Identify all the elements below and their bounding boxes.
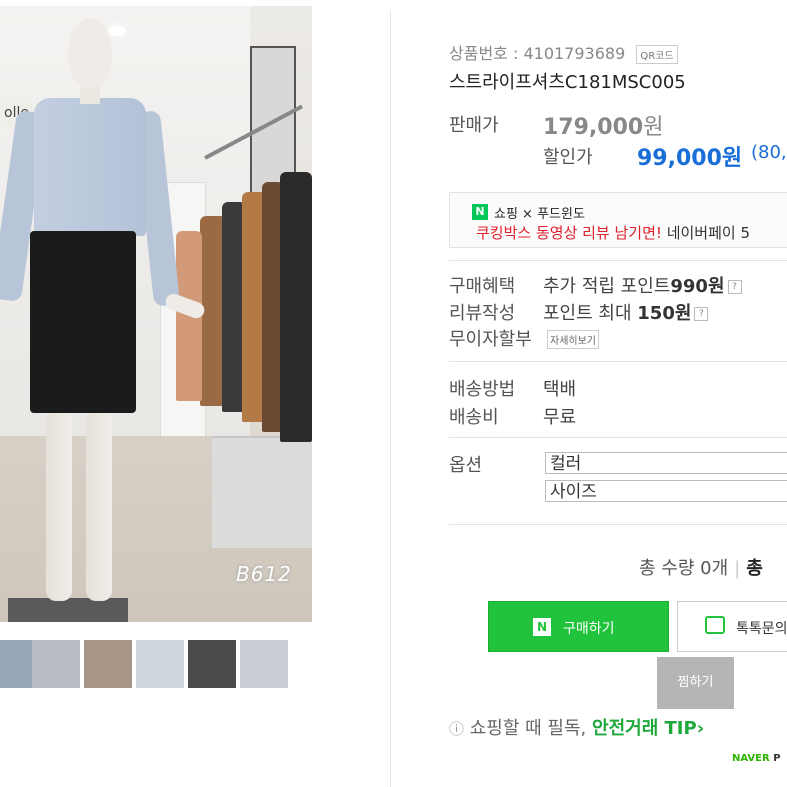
hanging-coat xyxy=(280,172,312,442)
section-divider xyxy=(449,437,787,438)
installment-label: 무이자할부 xyxy=(449,329,532,350)
thumbnail[interactable] xyxy=(136,640,184,688)
black-skirt xyxy=(30,231,136,413)
product-info-panel: 상품번호 : 4101793689 QR코드 스트라이프셔츠C181MSC005… xyxy=(391,0,787,787)
promo-rest: 네이버페이 5 xyxy=(661,224,751,242)
chevron-right-icon: › xyxy=(696,718,705,739)
purchase-benefit-text: 추가 적립 포인트 xyxy=(543,276,671,297)
talk-inquiry-label: 톡톡문의 xyxy=(736,621,787,637)
photo-watermark: B612 xyxy=(236,562,292,586)
help-icon[interactable]: ? xyxy=(694,307,709,321)
option-label: 옵션 xyxy=(449,455,483,476)
thumbnail[interactable] xyxy=(84,640,132,688)
total-quantity: 총 수량 0개 xyxy=(639,558,729,579)
naver-pay-p: P xyxy=(773,753,781,764)
buy-button-label: 구매하기 xyxy=(563,621,615,637)
info-icon: ⓘ xyxy=(449,720,465,738)
chat-icon xyxy=(705,616,725,634)
qr-code-button[interactable]: QR코드 xyxy=(636,45,678,64)
size-select[interactable]: 사이즈 xyxy=(545,480,787,502)
striped-shirt xyxy=(34,98,146,236)
product-photo-area: olle B612 xyxy=(0,0,390,787)
mannequin-leg xyxy=(46,411,72,601)
promo-title: 쇼핑 × 푸드윈도 xyxy=(494,207,585,222)
section-divider xyxy=(449,524,787,525)
promo-highlight: 쿠킹박스 동영상 리뷰 남기면! xyxy=(476,224,662,242)
shipping-fee-label: 배송비 xyxy=(449,407,499,428)
promo-banner[interactable]: N 쇼핑 × 푸드윈도 쿠킹박스 동영상 리뷰 남기면! 네이버페이 5 xyxy=(449,192,787,248)
review-benefit-amount: 150원 xyxy=(637,303,692,324)
total-price-label: 총 xyxy=(746,558,763,579)
thumbnail[interactable] xyxy=(240,640,288,688)
original-price: 179,000원 xyxy=(543,109,663,141)
shipping-fee: 무료 xyxy=(543,407,577,428)
help-icon[interactable]: ? xyxy=(727,280,742,294)
section-divider xyxy=(449,361,787,362)
thumbnail[interactable] xyxy=(188,640,236,688)
installment-detail-button[interactable]: 자세히보기 xyxy=(547,330,599,349)
safe-trade-tip-link[interactable]: 안전거래 TIP xyxy=(592,718,697,739)
total-row: 총 수량 0개 | 총 xyxy=(639,554,763,580)
original-price-value: 179,000 xyxy=(543,115,644,140)
wishlist-button[interactable]: 찜하기 xyxy=(657,657,734,709)
discount-rate: (80, xyxy=(751,142,787,163)
mannequin-pedestal xyxy=(8,598,128,622)
product-number-label: 상품번호 : xyxy=(449,44,519,63)
product-name: 스트라이프셔츠C181MSC005 xyxy=(449,72,686,93)
original-price-unit: 원 xyxy=(643,115,664,140)
display-step xyxy=(212,436,312,548)
thumbnail[interactable] xyxy=(0,640,32,688)
sale-price-label: 할인가 xyxy=(543,147,593,168)
review-benefit-text: 포인트 최대 xyxy=(543,303,632,324)
original-price-label: 판매가 xyxy=(449,115,499,136)
product-main-image[interactable]: olle B612 xyxy=(0,6,312,622)
section-divider xyxy=(449,260,787,261)
product-number-row: 상품번호 : 4101793689 QR코드 xyxy=(449,40,678,64)
thumbnail[interactable] xyxy=(32,640,80,688)
purchase-benefit-label: 구매혜택 xyxy=(449,276,516,297)
tip-text: 쇼핑할 때 필독, xyxy=(469,718,587,739)
review-benefit: 포인트 최대 150원? xyxy=(543,299,709,325)
mannequin-leg xyxy=(86,411,112,601)
color-select[interactable]: 컬러 xyxy=(545,452,787,474)
ceiling-light xyxy=(108,26,126,36)
product-number: 4101793689 xyxy=(523,44,626,63)
naver-n-icon: N xyxy=(533,618,551,636)
safe-trade-tip: ⓘ 쇼핑할 때 필독, 안전거래 TIP› xyxy=(449,714,704,740)
buy-button[interactable]: N 구매하기 xyxy=(488,601,669,652)
purchase-benefit: 추가 적립 포인트990원? xyxy=(543,272,742,298)
shipping-method-label: 배송방법 xyxy=(449,379,516,400)
naver-logo-text: NAVER xyxy=(732,753,770,764)
mannequin-head xyxy=(68,18,112,88)
review-label: 리뷰작성 xyxy=(449,303,516,324)
naver-pay-logo: NAVER P xyxy=(732,753,781,764)
shipping-method: 택배 xyxy=(543,379,577,400)
sale-price: 99,000원 xyxy=(637,146,743,171)
talk-inquiry-button[interactable]: 톡톡문의 xyxy=(677,601,787,652)
total-separator: | xyxy=(734,558,741,579)
promo-text: 쿠킹박스 동영상 리뷰 남기면! 네이버페이 5 xyxy=(476,222,750,243)
naver-n-icon: N xyxy=(472,204,488,220)
purchase-benefit-amount: 990원 xyxy=(670,276,725,297)
